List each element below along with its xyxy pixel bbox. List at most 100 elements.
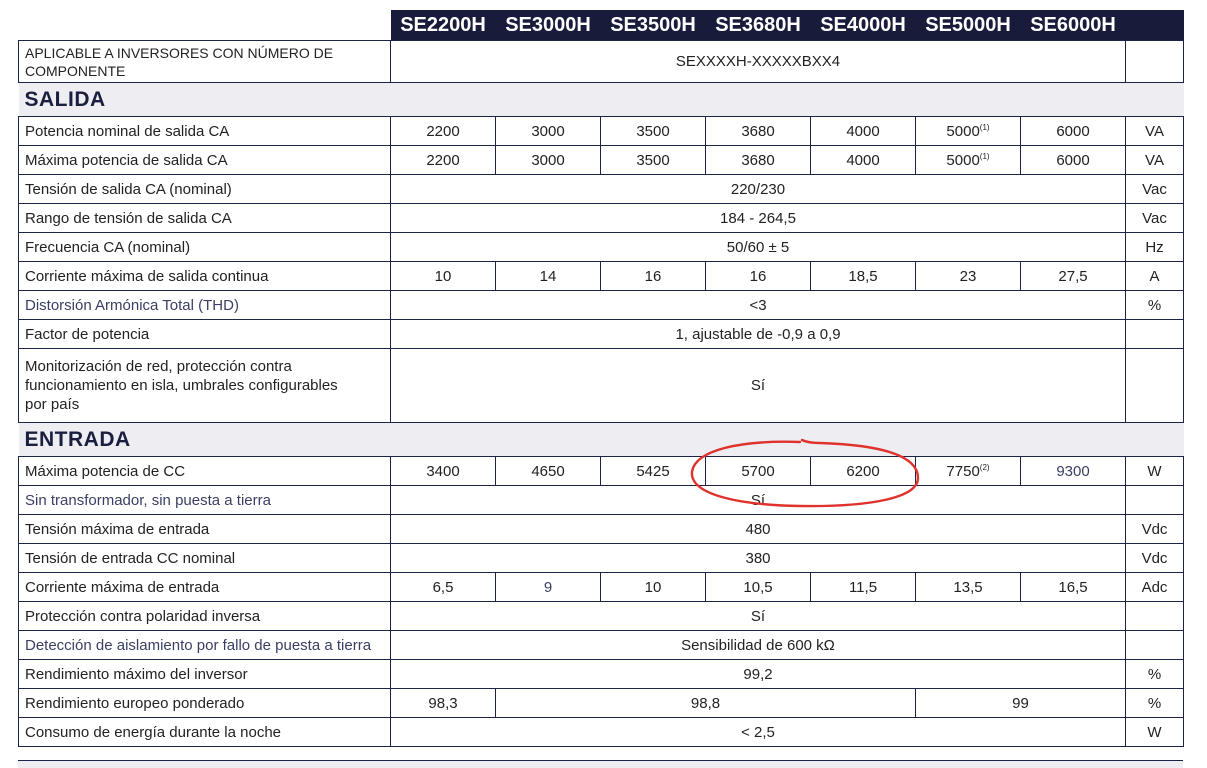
spec-label: Rango de tensión de salida CA [18, 203, 391, 233]
model-header: SE3500H [600, 10, 706, 41]
spec-unit: Vac [1125, 203, 1184, 233]
spec-unit: Vdc [1125, 514, 1184, 544]
value-text: 16 [749, 267, 767, 285]
section-header: ENTRADA [18, 422, 1184, 457]
spec-value: 5700 [705, 456, 811, 486]
spec-value: 27,5 [1020, 261, 1126, 291]
spec-unit: Hz [1125, 232, 1184, 262]
spec-unit: W [1125, 717, 1184, 747]
footnote-ref: (2) [979, 462, 990, 472]
value-text: 6000 [1056, 151, 1090, 169]
spec-row: Máxima potencia de salida CA 2200 3000 3500… [18, 145, 1184, 175]
value-text: 16 [644, 267, 662, 285]
value-text: 6,5 [432, 578, 454, 596]
spec-label: Corriente máxima de entrada [18, 572, 391, 602]
spec-unit: Adc [1125, 572, 1184, 602]
spec-value: 3500 [600, 145, 706, 175]
spec-value: 3000 [495, 116, 601, 146]
spec-value: 9 [495, 572, 601, 602]
spec-value: <3 [390, 290, 1126, 320]
spec-value: 18,5 [810, 261, 916, 291]
spec-value: 184 - 264,5 [390, 203, 1126, 233]
spec-value: 2200 [390, 116, 496, 146]
spec-value: 99 [915, 688, 1126, 718]
spec-value: 7750(2) [915, 456, 1021, 486]
applicable-label: APLICABLE A INVERSORES CON NÚMERO DE COM… [18, 40, 391, 83]
spec-unit [1125, 630, 1184, 660]
spec-row: Frecuencia CA (nominal) 50/60 ± 5 Hz [18, 232, 1184, 262]
spec-value: 5425 [600, 456, 706, 486]
applicable-row: APLICABLE A INVERSORES CON NÚMERO DE COM… [18, 40, 1184, 83]
datasheet: SE2200H SE3000H SE3500H SE3680H SE4000H … [18, 10, 1184, 747]
spec-value: 1, ajustable de -0,9 a 0,9 [390, 319, 1126, 349]
value-text: 4000 [846, 122, 880, 140]
spec-value: 98,3 [390, 688, 496, 718]
spec-value: 3680 [705, 116, 811, 146]
spec-value: 13,5 [915, 572, 1021, 602]
spec-unit: VA [1125, 145, 1184, 175]
footnote-ref: (1) [979, 122, 990, 132]
spec-row: Protección contra polaridad inversa Sí [18, 601, 1184, 631]
spec-value: 220/230 [390, 174, 1126, 204]
value-text: 3680 [741, 122, 775, 140]
value-text: 7750 [946, 462, 980, 480]
spec-label: Distorsión Armónica Total (THD) [18, 290, 391, 320]
value-text: 11,5 [848, 578, 878, 596]
spec-label: Corriente máxima de salida continua [18, 261, 391, 291]
spec-value: Sí [390, 601, 1126, 631]
spec-value: 3680 [705, 145, 811, 175]
spec-row: Factor de potencia 1, ajustable de -0,9 a… [18, 319, 1184, 349]
value-text: 14 [539, 267, 557, 285]
spec-value: 16 [600, 261, 706, 291]
spec-value: 5000(1) [915, 116, 1021, 146]
section-title: SALIDA [18, 82, 1184, 117]
spec-row: Tensión máxima de entrada 480 Vdc [18, 514, 1184, 544]
value-text: 3500 [636, 151, 670, 169]
spec-value: 480 [390, 514, 1126, 544]
model-header-row: SE2200H SE3000H SE3500H SE3680H SE4000H … [18, 10, 1184, 41]
spec-row: Rendimiento máximo del inversor 99,2% [18, 659, 1184, 689]
value-text: 3400 [426, 462, 460, 480]
spec-value: 3000 [495, 145, 601, 175]
spec-row: Rendimiento europeo ponderado 98,3 98,8 99% [18, 688, 1184, 718]
model-header: SE4000H [810, 10, 916, 41]
spec-value: 10,5 [705, 572, 811, 602]
spec-row: Consumo de energía durante la noche < 2,5… [18, 717, 1184, 747]
spec-row: Monitorización de red, protección contra… [18, 348, 1184, 423]
spec-label: Tensión de entrada CC nominal [18, 543, 391, 573]
spec-value: 6000 [1020, 116, 1126, 146]
value-text: 3680 [741, 151, 775, 169]
spec-row: Sin transformador, sin puesta a tierra Sí [18, 485, 1184, 515]
value-text: 23 [959, 267, 977, 285]
value-text: 18,5 [848, 267, 878, 285]
spec-unit: VA [1125, 116, 1184, 146]
value-text: 3000 [531, 122, 565, 140]
value-text: 16,5 [1058, 578, 1088, 596]
spec-unit [1125, 485, 1184, 515]
spec-value: 23 [915, 261, 1021, 291]
spec-unit: % [1125, 688, 1184, 718]
value-text: 6200 [846, 462, 880, 480]
spec-unit: W [1125, 456, 1184, 486]
spec-value: 6200 [810, 456, 916, 486]
value-text: 3000 [531, 151, 565, 169]
spec-label: Potencia nominal de salida CA [18, 116, 391, 146]
value-text: 5000 [946, 122, 980, 140]
spec-unit: A [1125, 261, 1184, 291]
spec-value: 4000 [810, 145, 916, 175]
spec-label: Consumo de energía durante la noche [18, 717, 391, 747]
spec-value: Sí [390, 348, 1126, 423]
footnote-ref: (1) [979, 151, 990, 161]
spec-value: 10 [600, 572, 706, 602]
spec-label: Sin transformador, sin puesta a tierra [18, 485, 391, 515]
spec-value: 99,2 [390, 659, 1126, 689]
spec-value: 50/60 ± 5 [390, 232, 1126, 262]
spec-row: Distorsión Armónica Total (THD) <3% [18, 290, 1184, 320]
spec-value: 380 [390, 543, 1126, 573]
value-text: 13,5 [953, 578, 983, 596]
spec-label: Rendimiento europeo ponderado [18, 688, 391, 718]
applicable-unit [1125, 40, 1184, 83]
spec-value: 6000 [1020, 145, 1126, 175]
section-title: ENTRADA [18, 422, 1184, 457]
spec-row: Potencia nominal de salida CA 2200 3000 350… [18, 116, 1184, 146]
